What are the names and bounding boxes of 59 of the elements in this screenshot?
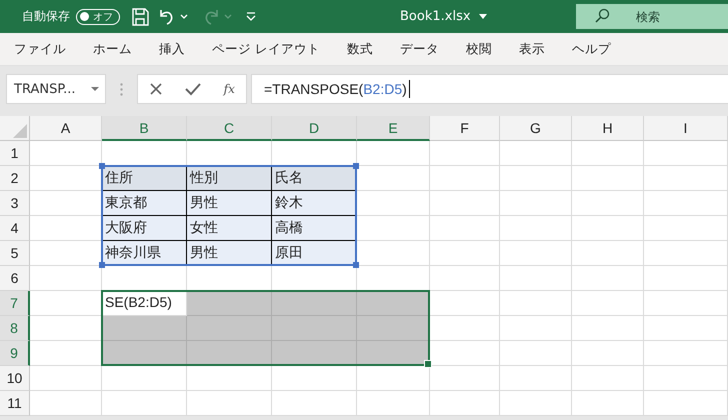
table-cell: 高橋 <box>272 216 357 241</box>
ribbon-tab[interactable]: ページ レイアウト <box>210 40 331 58</box>
column-header[interactable]: B <box>102 116 187 141</box>
row-header[interactable]: 8 <box>0 316 30 341</box>
table-cell: 東京都 <box>102 191 187 216</box>
table-cell: 男性 <box>187 191 272 216</box>
save-icon[interactable] <box>130 6 150 26</box>
table-cell: SE(B2:D5) <box>102 291 187 316</box>
row-header[interactable]: 11 <box>0 391 30 416</box>
check-icon[interactable] <box>185 82 202 96</box>
customize-icon[interactable] <box>246 12 256 21</box>
ribbon-tab[interactable]: ホーム <box>91 40 143 58</box>
search-icon <box>594 8 610 24</box>
table-cell: 性別 <box>187 166 272 191</box>
ribbon-tab[interactable]: ヘルプ <box>570 40 622 58</box>
table-cell: 鈴木 <box>272 191 357 216</box>
formula-field[interactable]: =TRANSPOSE(B2:D5) <box>251 74 728 104</box>
fill-handle[interactable] <box>424 360 432 368</box>
ribbon-tab[interactable]: 校閲 <box>464 40 503 58</box>
ribbon-tab[interactable]: 挿入 <box>157 40 196 58</box>
search-field[interactable]: 検索 <box>576 4 728 29</box>
autosave-toggle[interactable]: オフ <box>76 8 120 24</box>
table-cell: 氏名 <box>272 166 357 191</box>
table-cell: 男性 <box>187 241 272 266</box>
column-header[interactable]: I <box>644 116 728 141</box>
ribbon-tab[interactable]: データ <box>398 40 450 58</box>
row-header[interactable]: 7 <box>0 291 30 316</box>
table-cell: 神奈川県 <box>102 241 187 266</box>
column-header[interactable]: F <box>430 116 500 141</box>
autosave-label: 自動保存 <box>22 8 70 25</box>
row-header[interactable]: 4 <box>0 216 30 241</box>
column-header[interactable]: E <box>357 116 430 141</box>
insert-function-button[interactable]: fx <box>224 82 235 96</box>
column-header[interactable]: D <box>272 116 357 141</box>
column-header[interactable]: H <box>572 116 644 141</box>
cancel-icon[interactable] <box>149 82 164 96</box>
table-cell: 女性 <box>187 216 272 241</box>
caret-icon[interactable] <box>91 86 99 92</box>
ribbon-tab[interactable]: ファイル <box>12 40 77 58</box>
column-header[interactable]: G <box>500 116 572 141</box>
name-box[interactable]: TRANSP... <box>6 74 106 104</box>
row-header[interactable]: 3 <box>0 191 30 216</box>
caret-icon[interactable] <box>478 14 487 20</box>
row-header[interactable]: 5 <box>0 241 30 266</box>
table-cell: 大阪府 <box>102 216 187 241</box>
row-header[interactable]: 2 <box>0 166 30 191</box>
row-header[interactable]: 10 <box>0 366 30 391</box>
triangle-icon <box>13 124 27 138</box>
row-header[interactable]: 9 <box>0 341 30 366</box>
ribbon-tab[interactable]: 数式 <box>344 40 384 58</box>
row-header[interactable]: 6 <box>0 266 30 291</box>
grip-icon <box>120 82 123 96</box>
table-cell: 原田 <box>272 241 357 266</box>
row-header[interactable]: 1 <box>0 141 30 166</box>
column-header[interactable]: C <box>187 116 272 141</box>
document-title[interactable]: Book1.xlsx <box>400 9 471 24</box>
table-cell: 住所 <box>102 166 187 191</box>
ribbon-tab[interactable]: 表示 <box>516 40 556 58</box>
column-header[interactable]: A <box>30 116 102 141</box>
